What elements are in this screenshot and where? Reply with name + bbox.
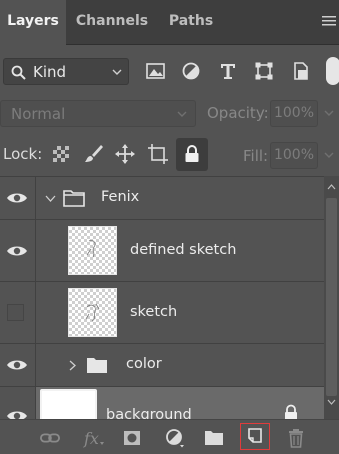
pixel-layer-filter-icon[interactable] [145,60,167,82]
new-layer-icon [248,428,262,443]
eye-icon[interactable] [6,244,28,258]
chevron-down-icon[interactable] [324,152,334,158]
layer-mask-icon[interactable] [122,428,142,448]
layer-row-color[interactable]: color [0,344,324,387]
new-layer-button[interactable] [240,423,270,450]
panel-tab-bar: Layers Channels Paths [0,0,339,45]
link-icon[interactable] [40,428,60,448]
blend-mode-value: Normal [11,105,66,123]
move-icon[interactable] [114,143,136,165]
layer-row-defined-sketch[interactable]: defined sketch [0,220,324,282]
fx-icon[interactable]: fx [83,428,105,448]
panel-menu-icon[interactable] [322,14,336,28]
tab-layers[interactable]: Layers [0,0,66,45]
eye-icon[interactable] [6,191,28,205]
artboard-icon[interactable] [147,143,169,165]
lock-icon [185,145,199,162]
chevron-down-icon[interactable] [324,110,334,116]
layer-thumbnail [40,389,97,420]
chevron-down-icon [177,111,187,117]
tab-paths[interactable]: Paths [158,0,224,44]
visibility-cell[interactable] [0,282,36,343]
trash-icon[interactable] [286,428,306,448]
chevron-down-icon[interactable] [45,195,56,202]
layer-name: color [126,356,162,372]
lock-label: Lock: [3,145,43,163]
filter-toggle-switch[interactable] [326,57,339,85]
layer-name: sketch [130,304,178,320]
visibility-off-toggle[interactable] [7,304,24,321]
lock-all-button[interactable] [176,138,208,171]
visibility-cell[interactable] [0,387,36,420]
svg-text:fx: fx [83,429,99,448]
filter-kind-label: Kind [33,63,67,81]
folder-icon [63,190,85,207]
layer-row-background[interactable]: background [0,387,324,420]
type-layer-filter-icon[interactable] [217,60,239,82]
adjustment-layer-icon[interactable] [165,428,185,448]
smart-object-filter-icon[interactable] [290,60,312,82]
brush-icon[interactable] [82,143,104,165]
fill-input[interactable]: 100% [270,142,318,169]
shape-layer-filter-icon[interactable] [253,60,275,82]
layers-footer-toolbar: fx [0,419,339,454]
lock-transparent-pixels-icon[interactable] [50,143,72,165]
layers-scrollbar[interactable] [324,176,339,419]
layer-thumbnail [68,288,117,337]
visibility-cell[interactable] [0,220,36,281]
fill-label: Fill: [243,147,269,165]
layer-thumbnail [68,226,117,275]
chevron-right-icon[interactable] [69,360,76,371]
lock-icon[interactable] [283,404,299,420]
layer-name: Fenix [101,189,140,205]
blend-mode-select[interactable]: Normal [0,100,196,127]
filter-kind-select[interactable]: Kind [3,58,129,85]
opacity-input[interactable]: 100% [270,100,318,127]
sketch-thumbnail-icon [86,240,96,258]
layer-name: defined sketch [130,242,237,258]
chevron-down-icon [112,69,122,75]
visibility-cell[interactable] [0,344,36,386]
chevron-up-icon[interactable] [327,184,336,190]
eye-icon[interactable] [6,358,28,372]
new-group-folder-icon[interactable] [204,428,224,448]
chevron-down-icon[interactable] [327,399,336,405]
layer-row-fenix[interactable]: Fenix [0,177,324,220]
adjustment-layer-filter-icon[interactable] [180,60,202,82]
opacity-label: Opacity: [207,104,269,122]
layers-list: Fenix defined sketch sketch color backgr… [0,176,339,420]
tab-channels[interactable]: Channels [66,0,158,44]
scrollbar-thumb[interactable] [326,198,337,396]
folder-icon [87,358,107,373]
sketch-thumbnail-icon [85,303,100,322]
visibility-cell[interactable] [0,177,36,219]
layer-row-sketch[interactable]: sketch [0,282,324,344]
search-icon [11,65,26,80]
